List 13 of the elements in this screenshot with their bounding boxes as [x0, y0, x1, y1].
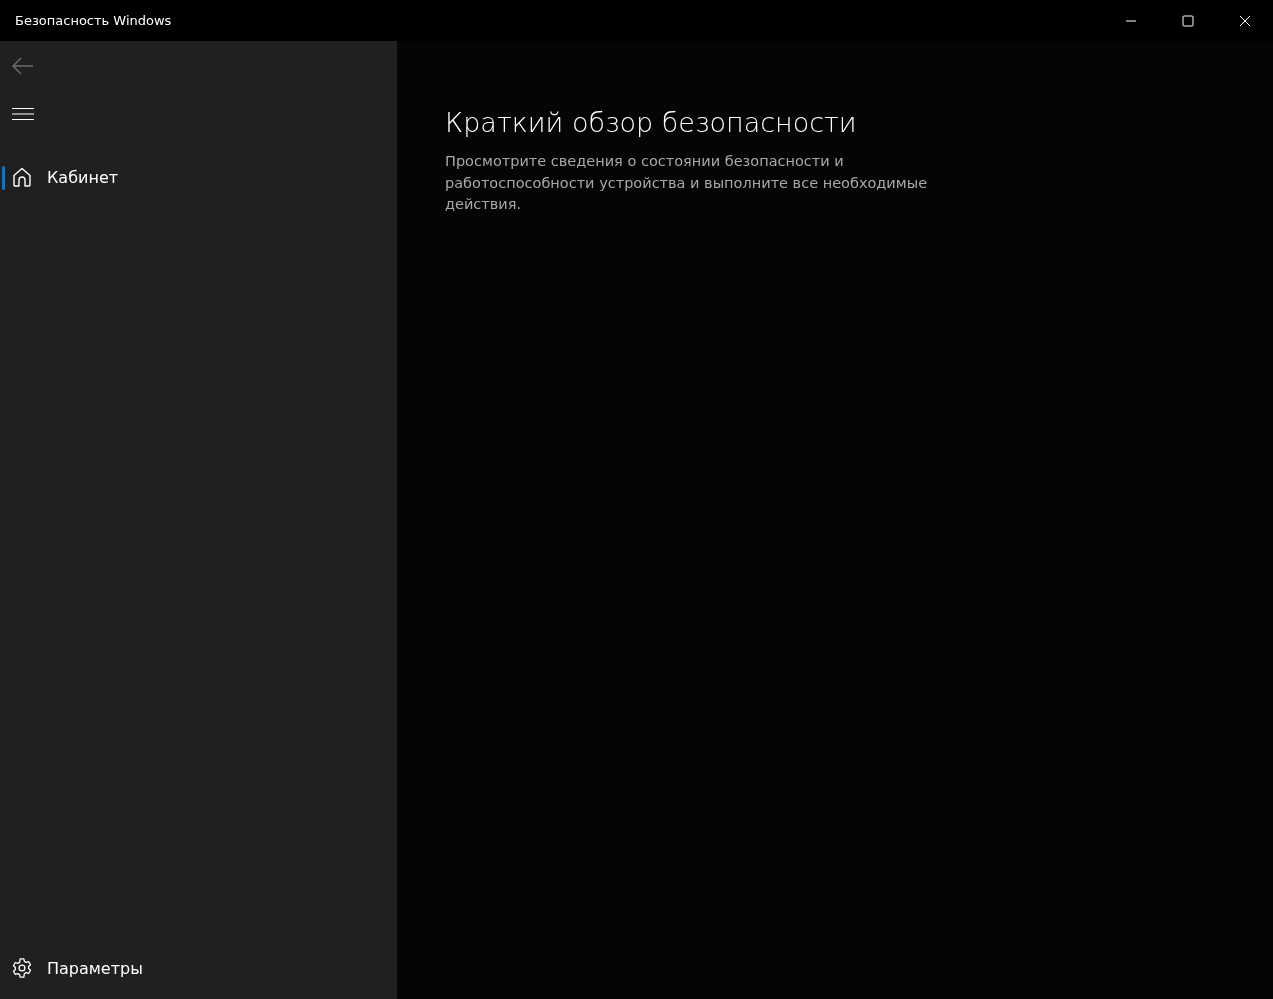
window-title: Безопасность Windows	[14, 13, 172, 28]
settings-icon	[11, 957, 33, 979]
page-description: Просмотрите сведения о состоянии безопасности и работоспособности устройства и выполните все необходимые действия.	[445, 152, 929, 214]
back-arrow-icon	[12, 57, 34, 75]
maximize-icon	[1181, 14, 1194, 27]
selection-indicator	[2, 166, 5, 190]
settings-nav-item[interactable]: Параметры	[0, 953, 397, 983]
close-icon	[1238, 14, 1251, 27]
menu-icon	[12, 107, 34, 121]
nav-item[interactable]: Кабинет	[0, 162, 397, 192]
page-heading: Краткий обзор безопасности	[445, 106, 858, 140]
menu-button[interactable]	[11, 106, 35, 122]
home-icon	[11, 166, 33, 188]
